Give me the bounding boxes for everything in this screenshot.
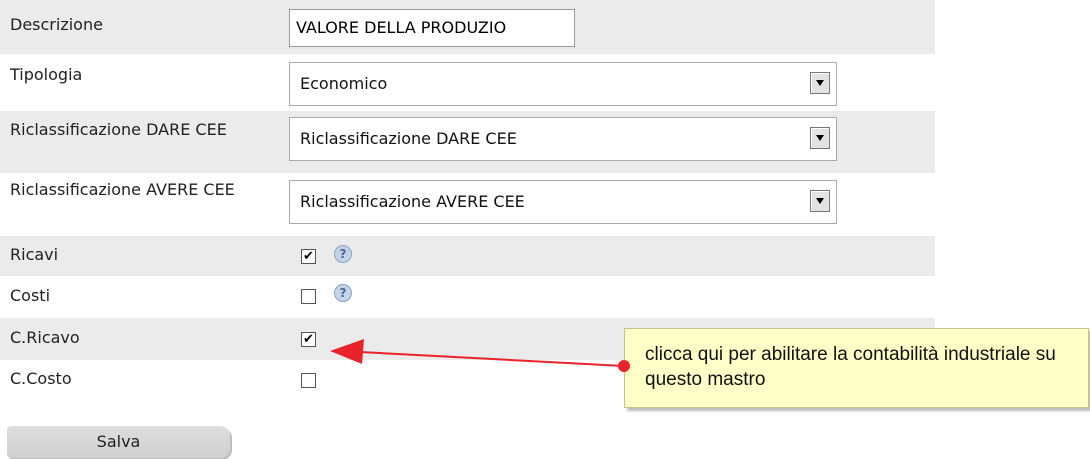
- riclass-dare-row: Riclassificazione DARE CEE Riclassificaz…: [0, 111, 935, 173]
- ricavi-label: Ricavi: [10, 245, 59, 264]
- riclass-dare-dropdown-arrow-icon[interactable]: [810, 127, 830, 149]
- riclass-dare-select[interactable]: Riclassificazione DARE CEE: [289, 117, 837, 161]
- tipologia-selected-value: Economico: [300, 74, 388, 93]
- c-ricavo-label: C.Ricavo: [10, 328, 80, 347]
- ricavi-help-icon[interactable]: ?: [334, 245, 352, 263]
- costi-row: Costi ?: [0, 276, 935, 318]
- callout-text: clicca qui per abilitare la contabilità …: [645, 344, 1056, 390]
- c-ricavo-checkbox[interactable]: ✔: [301, 332, 316, 347]
- riclass-avere-row: Riclassificazione AVERE CEE Riclassifica…: [0, 173, 935, 236]
- ricavi-row: Ricavi ✔ ?: [0, 236, 935, 276]
- riclass-avere-dropdown-arrow-icon[interactable]: [810, 190, 830, 212]
- descrizione-input[interactable]: VALORE DELLA PRODUZIO: [289, 9, 575, 47]
- costi-checkbox[interactable]: [301, 289, 316, 304]
- tipologia-row: Tipologia Economico: [0, 54, 935, 111]
- riclass-dare-selected-value: Riclassificazione DARE CEE: [300, 129, 517, 148]
- tipologia-select[interactable]: Economico: [289, 62, 837, 106]
- riclass-avere-label: Riclassificazione AVERE CEE: [10, 180, 235, 199]
- tipologia-label: Tipologia: [10, 65, 83, 84]
- c-costo-label: C.Costo: [10, 369, 72, 388]
- costi-help-icon[interactable]: ?: [334, 284, 352, 302]
- riclass-avere-select[interactable]: Riclassificazione AVERE CEE: [289, 180, 837, 224]
- riclass-dare-label: Riclassificazione DARE CEE: [10, 120, 227, 139]
- riclass-avere-selected-value: Riclassificazione AVERE CEE: [300, 192, 525, 211]
- descrizione-row: Descrizione VALORE DELLA PRODUZIO: [0, 0, 935, 54]
- descrizione-label: Descrizione: [10, 15, 103, 34]
- callout-note: clicca qui per abilitare la contabilità …: [624, 328, 1089, 408]
- tipologia-dropdown-arrow-icon[interactable]: [810, 72, 830, 94]
- c-costo-checkbox[interactable]: [301, 373, 316, 388]
- costi-label: Costi: [10, 286, 51, 305]
- save-button[interactable]: Salva: [7, 426, 230, 458]
- ricavi-checkbox[interactable]: ✔: [301, 249, 316, 264]
